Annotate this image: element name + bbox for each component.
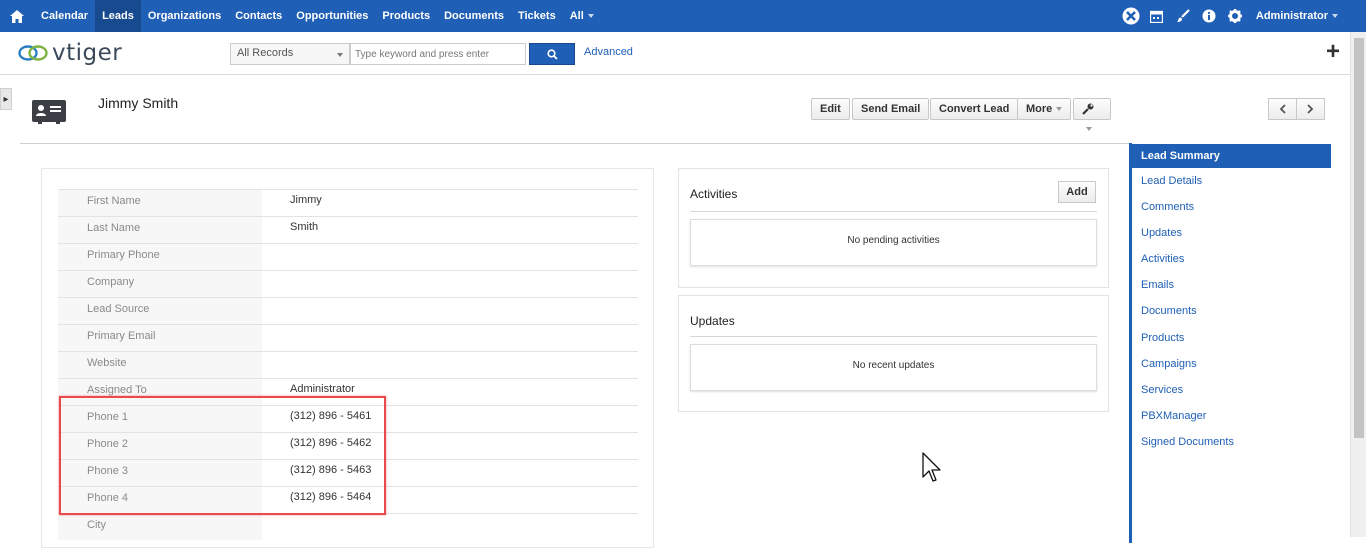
nav-all-label: All [569,10,584,22]
brand-name: vtiger [52,40,123,66]
sidebar-item-lead-details[interactable]: Lead Details [1141,175,1202,187]
sidebar-item-comments[interactable]: Comments [1141,201,1194,213]
field-row: Primary Email [58,324,638,351]
previous-record-button[interactable] [1268,98,1297,120]
divider [690,336,1097,337]
add-activity-button[interactable]: Add [1058,181,1096,203]
chevron-down-icon [1086,127,1092,132]
chevron-down-icon [1056,107,1063,112]
nav-leads[interactable]: Leads [95,0,141,32]
advanced-search-link[interactable]: Advanced [584,46,633,58]
field-label: Last Name [58,217,262,243]
edit-button[interactable]: Edit [811,98,850,120]
nav-products[interactable]: Products [375,0,437,32]
nav-documents[interactable]: Documents [437,0,511,32]
search-button[interactable] [529,43,575,65]
nav-organizations[interactable]: Organizations [141,0,228,32]
sidebar-item-activities[interactable]: Activities [1141,253,1184,265]
search-scope-value: All Records [237,47,294,59]
vtiger-logo-icon [18,45,48,61]
updates-title: Updates [690,314,735,328]
info-icon[interactable] [1196,0,1222,32]
gear-icon[interactable] [1222,0,1248,32]
nav-all-menu[interactable]: All [563,0,601,32]
related-list-sidebar: Lead Summary Lead Details Comments Updat… [1129,143,1331,543]
nav-tickets[interactable]: Tickets [511,0,563,32]
field-row: Website [58,351,638,378]
sidebar-item-campaigns[interactable]: Campaigns [1141,358,1197,370]
asterisk-icon[interactable] [1118,0,1144,32]
sidebar-item-pbxmanager[interactable]: PBXManager [1141,410,1206,422]
activities-empty-message: No pending activities [690,219,1097,266]
top-navbar: Calendar Leads Organizations Contacts Op… [0,0,1366,32]
chevron-right-icon: ▸ [3,93,9,105]
brush-icon[interactable] [1170,0,1196,32]
sidebar-item-emails[interactable]: Emails [1141,279,1174,291]
phone-fields-highlight [59,396,386,515]
updates-empty-message: No recent updates [690,344,1097,391]
sidebar-item-products[interactable]: Products [1141,332,1184,344]
sidebar-toggle[interactable]: ▸ [0,88,12,110]
search-input[interactable] [350,43,526,65]
record-title: Jimmy Smith [98,95,179,111]
send-email-button[interactable]: Send Email [852,98,930,120]
field-label: City [58,514,262,540]
wrench-icon [1082,103,1094,115]
chevron-down-icon [337,53,343,57]
more-label: More [1026,103,1053,115]
field-label: Company [58,271,262,297]
header-divider [20,143,1130,144]
field-row: First Name Jimmy [58,189,638,216]
search-bar-row: vtiger All Records Advanced + [0,32,1350,75]
calendar-icon[interactable] [1144,0,1170,32]
user-menu[interactable]: Administrator [1256,10,1338,22]
search-scope-select[interactable]: All Records [230,43,350,65]
sidebar-item-updates[interactable]: Updates [1141,227,1182,239]
page-scrollbar[interactable] [1350,32,1366,537]
plus-icon[interactable]: + [1326,40,1340,64]
divider [690,211,1097,212]
scrollbar-thumb[interactable] [1354,38,1364,438]
field-label: Website [58,352,262,378]
field-row: Primary Phone [58,243,638,270]
sidebar-item-documents[interactable]: Documents [1141,305,1197,317]
chevron-left-icon [1279,104,1286,114]
nav-right-tools: Administrator [1118,0,1338,32]
search-icon [546,48,558,60]
nav-calendar[interactable]: Calendar [34,0,95,32]
sidebar-item-signed-documents[interactable]: Signed Documents [1141,436,1234,448]
field-label: Primary Email [58,325,262,351]
user-name: Administrator [1255,10,1328,22]
home-icon[interactable] [0,0,34,32]
nav-contacts[interactable]: Contacts [228,0,289,32]
updates-widget: Updates No recent updates [678,295,1109,412]
lead-record-icon [32,100,66,124]
field-value[interactable]: Smith [290,217,318,237]
field-label: Lead Source [58,298,262,324]
brand-logo[interactable]: vtiger [18,40,122,66]
sidebar-item-services[interactable]: Services [1141,384,1183,396]
chevron-down-icon [587,14,594,19]
field-label: First Name [58,190,262,216]
next-record-button[interactable] [1296,98,1325,120]
activities-widget: Activities Add No pending activities [678,168,1109,288]
activities-title: Activities [690,187,738,201]
field-row: Lead Source [58,297,638,324]
nav-opportunities[interactable]: Opportunities [289,0,375,32]
chevron-right-icon [1307,104,1314,114]
sidebar-item-lead-summary[interactable]: Lead Summary [1132,144,1331,168]
more-button[interactable]: More [1017,98,1072,120]
field-row: City [58,513,638,540]
tools-menu-button[interactable] [1073,98,1111,132]
field-label: Primary Phone [58,244,262,270]
chevron-down-icon [1332,14,1338,19]
convert-lead-button[interactable]: Convert Lead [930,98,1019,120]
field-value[interactable]: Jimmy [290,190,322,210]
field-row: Last Name Smith [58,216,638,243]
mouse-cursor-icon [922,452,941,482]
field-row: Company [58,270,638,297]
